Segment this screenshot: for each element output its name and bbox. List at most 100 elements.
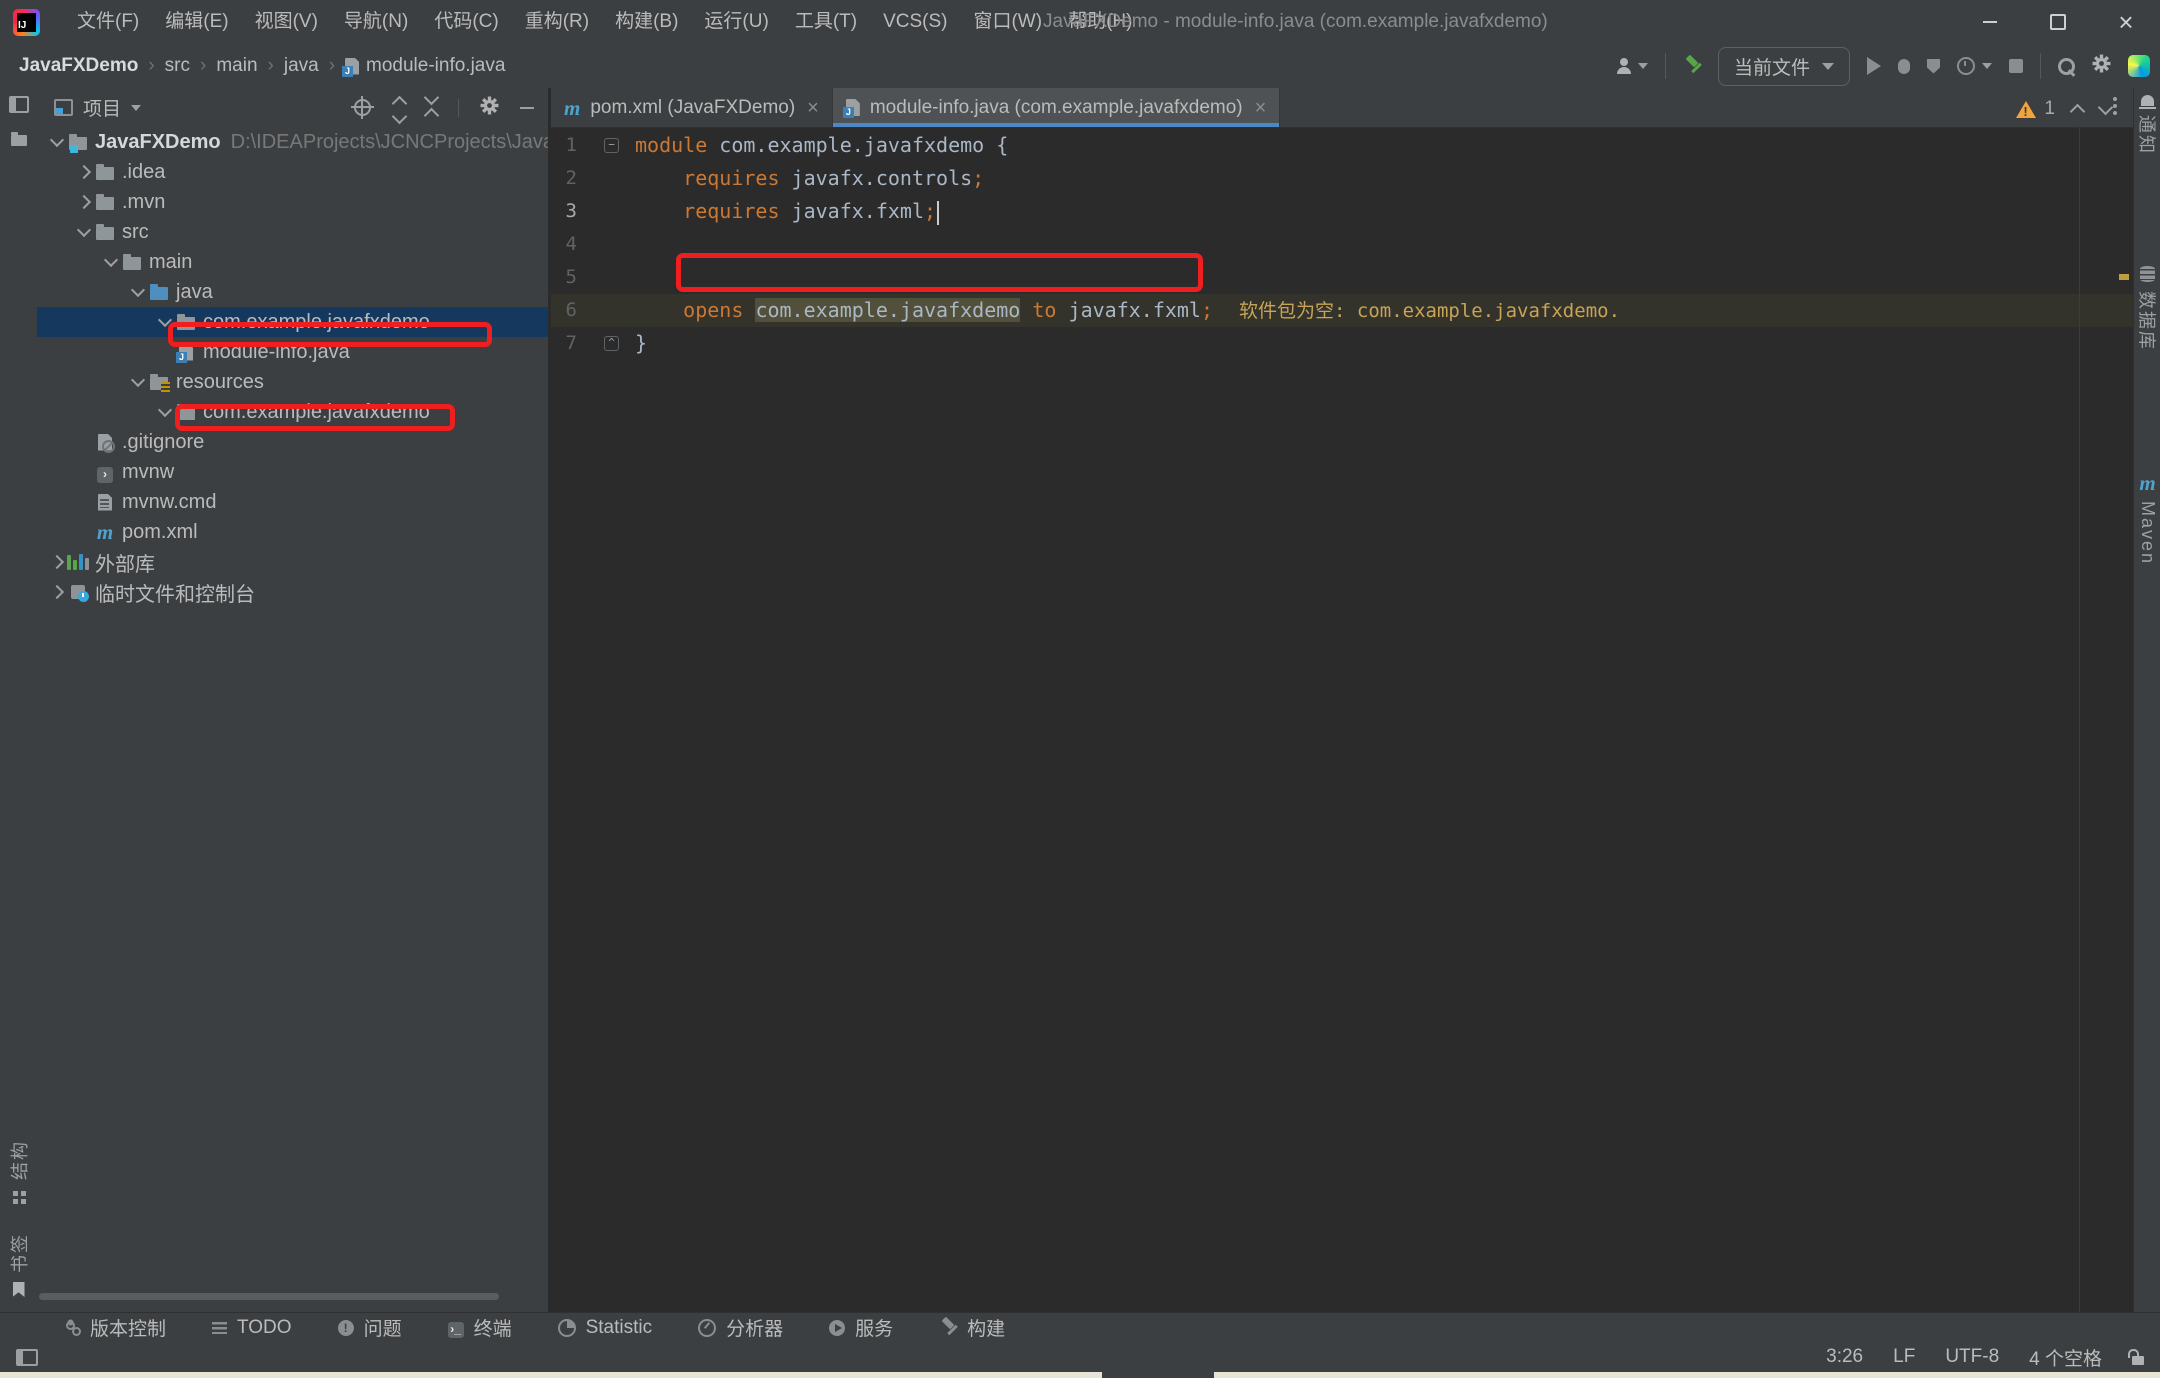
code-editor[interactable]: 1−module com.example.javafxdemo {2 requi…: [551, 127, 2133, 1312]
build-hammer-button[interactable]: [1683, 57, 1701, 75]
fold-collapse-icon[interactable]: −: [604, 138, 619, 153]
previous-problem-icon[interactable]: [2070, 104, 2086, 120]
menu-item-7[interactable]: 构建(B): [602, 0, 691, 44]
layout-widget-icon[interactable]: [16, 1349, 38, 1366]
hide-panel-icon[interactable]: [520, 107, 534, 109]
toolwindow-button-4[interactable]: ›_终端: [448, 1314, 512, 1341]
tree-row[interactable]: src: [37, 217, 548, 247]
tree-row[interactable]: JavaFXDemoD:\IDEAProjects\JCNCProjects\J…: [37, 127, 548, 157]
menu-item-3[interactable]: 视图(V): [242, 0, 331, 44]
ai-assistant-button[interactable]: [2128, 55, 2150, 77]
toolwindow-button-5[interactable]: Statistic: [558, 1317, 653, 1339]
collapse-all-icon[interactable]: [426, 95, 437, 121]
menu-item-8[interactable]: 运行(U): [691, 0, 781, 44]
breadcrumb-item-4[interactable]: java: [281, 55, 322, 77]
toolwindow-tab-left-1[interactable]: 结构: [0, 1140, 37, 1204]
run-configuration-select[interactable]: 当前文件: [1718, 47, 1850, 86]
menu-item-10[interactable]: VCS(S): [870, 0, 960, 44]
code-line-1[interactable]: 1−module com.example.javafxdemo {: [551, 129, 2133, 162]
menu-item-6[interactable]: 重构(R): [512, 0, 602, 44]
status-widget-2[interactable]: LF: [1893, 1346, 1915, 1368]
chevron-right-icon[interactable]: [76, 195, 90, 209]
chevron-right-icon[interactable]: [49, 585, 63, 599]
commit-toolwindow-button[interactable]: [0, 132, 37, 146]
more-tabs-icon[interactable]: [2113, 97, 2117, 101]
toolwindow-button-8[interactable]: 构建: [939, 1314, 1005, 1341]
toolwindow-tab-left-2[interactable]: 书签: [0, 1233, 37, 1297]
tree-row[interactable]: 临时文件和控制台: [37, 577, 548, 607]
next-problem-icon[interactable]: [2098, 99, 2114, 115]
close-button[interactable]: ×: [2092, 0, 2160, 44]
tree-row[interactable]: main: [37, 247, 548, 277]
chevron-down-icon[interactable]: [157, 403, 171, 417]
tree-row[interactable]: .gitignore: [37, 427, 548, 457]
tree-row[interactable]: mvnw.cmd: [37, 487, 548, 517]
chevron-right-icon[interactable]: [76, 165, 90, 179]
breadcrumb-item-3[interactable]: main: [213, 55, 260, 77]
code-line-7[interactable]: 7^}: [551, 327, 2133, 360]
breadcrumb-item-1[interactable]: JavaFXDemo: [16, 55, 141, 77]
chevron-down-icon[interactable]: [130, 283, 144, 297]
navigation-bar: JavaFXDemo›src›main›java›Jmodule-info.ja…: [0, 44, 2160, 89]
toolwindow-tab-3[interactable]: mMaven: [2134, 474, 2160, 565]
settings-button[interactable]: [2092, 54, 2111, 78]
toolwindow-button-6[interactable]: 分析器: [698, 1314, 783, 1341]
status-widget-1[interactable]: 3:26: [1826, 1346, 1863, 1368]
tree-row[interactable]: resources: [37, 367, 548, 397]
warning-counter[interactable]: 1: [2016, 98, 2055, 120]
search-everywhere-button[interactable]: [2058, 58, 2075, 75]
tab-close-icon[interactable]: ×: [807, 98, 819, 118]
maximize-button[interactable]: [2024, 0, 2092, 44]
chevron-down-icon[interactable]: [49, 133, 63, 147]
unlock-icon[interactable]: [2132, 1356, 2144, 1365]
tree-row[interactable]: .mvn: [37, 187, 548, 217]
code-line-2[interactable]: 2 requires javafx.controls;: [551, 162, 2133, 195]
chevron-right-icon[interactable]: [49, 555, 63, 569]
menu-item-1[interactable]: 文件(F): [64, 0, 152, 44]
breadcrumb-item-5[interactable]: Jmodule-info.java: [342, 55, 508, 77]
minimize-button[interactable]: [1956, 0, 2024, 44]
code-line-6[interactable]: 6 opens com.example.javafxdemo to javafx…: [551, 294, 2133, 327]
gear-icon[interactable]: [480, 96, 499, 120]
editor-tab-2[interactable]: Jmodule-info.java (com.example.javafxdem…: [833, 88, 1280, 127]
locate-file-icon[interactable]: [354, 99, 371, 116]
expand-all-icon[interactable]: [394, 93, 405, 122]
profile-run-button[interactable]: [1927, 59, 1940, 74]
breadcrumb-item-2[interactable]: src: [162, 55, 193, 77]
run-button[interactable]: [1867, 57, 1881, 75]
menu-item-9[interactable]: 工具(T): [782, 0, 870, 44]
horizontal-scrollbar[interactable]: [39, 1293, 499, 1300]
project-toolwindow-button[interactable]: [0, 96, 37, 113]
debug-button[interactable]: [1898, 59, 1910, 74]
tree-row[interactable]: java: [37, 277, 548, 307]
fold-end-icon[interactable]: ^: [604, 336, 619, 351]
stop-button[interactable]: [2009, 59, 2023, 73]
error-stripe-warning-mark[interactable]: [2119, 274, 2129, 280]
menu-item-11[interactable]: 窗口(W): [960, 0, 1055, 44]
tab-close-icon[interactable]: ×: [1255, 98, 1267, 118]
tree-row[interactable]: mpom.xml: [37, 517, 548, 547]
status-widget-4[interactable]: 4 个空格: [2029, 1344, 2102, 1371]
status-widget-3[interactable]: UTF-8: [1945, 1346, 1999, 1368]
toolwindow-button-1[interactable]: 版本控制: [64, 1314, 166, 1341]
toolwindow-button-3[interactable]: !问题: [338, 1314, 402, 1341]
toolwindow-button-7[interactable]: 服务: [829, 1314, 893, 1341]
chevron-down-icon[interactable]: [76, 223, 90, 237]
menu-item-5[interactable]: 代码(C): [421, 0, 511, 44]
toolwindow-tab-1[interactable]: 通知: [2134, 93, 2160, 155]
tree-row[interactable]: 外部库: [37, 547, 548, 577]
editor-tab-1[interactable]: mpom.xml (JavaFXDemo)×: [551, 88, 833, 127]
code-line-3[interactable]: 3 requires javafx.fxml;: [551, 195, 2133, 228]
menu-item-2[interactable]: 编辑(E): [152, 0, 241, 44]
chevron-down-icon[interactable]: [103, 253, 117, 267]
chevron-down-icon[interactable]: [130, 373, 144, 387]
coverage-button[interactable]: [1957, 57, 1992, 75]
toolwindow-tab-2[interactable]: 数据库: [2134, 266, 2160, 351]
tree-row[interactable]: .idea: [37, 157, 548, 187]
tree-row[interactable]: ›mvnw: [37, 457, 548, 487]
inspections-widget[interactable]: 1: [2016, 98, 2111, 120]
toolwindow-button-2[interactable]: TODO: [212, 1317, 292, 1339]
profile-button[interactable]: [1615, 58, 1648, 74]
menu-item-4[interactable]: 导航(N): [331, 0, 421, 44]
project-view-select[interactable]: 项目: [54, 94, 141, 121]
